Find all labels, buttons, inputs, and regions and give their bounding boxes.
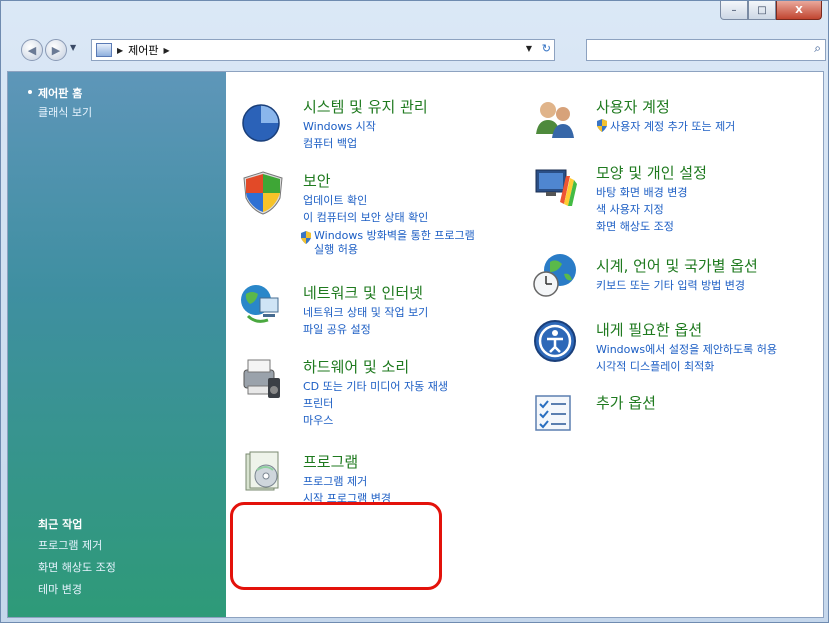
category-title-users[interactable]: 사용자 계정 — [596, 96, 670, 117]
recent-tasks-heading: 최근 작업 — [38, 518, 83, 531]
link-file-sharing[interactable]: 파일 공유 설정 — [303, 321, 371, 337]
security-shield-icon[interactable] — [240, 170, 286, 216]
minimize-button[interactable]: – — [720, 1, 748, 20]
recent-task-theme[interactable]: 테마 변경 — [38, 581, 82, 597]
link-customize-colors[interactable]: 색 사용자 지정 — [596, 201, 664, 217]
link-backup[interactable]: 컴퓨터 백업 — [303, 135, 357, 151]
link-suggest-settings[interactable]: Windows에서 설정을 제안하도록 허용 — [596, 341, 777, 357]
system-maintenance-icon[interactable] — [238, 98, 284, 144]
back-button[interactable]: ◀ — [21, 39, 43, 61]
link-autoplay[interactable]: CD 또는 기타 미디어 자동 재생 — [303, 378, 448, 394]
category-title-hardware[interactable]: 하드웨어 및 소리 — [303, 356, 409, 377]
link-printer[interactable]: 프린터 — [303, 395, 333, 411]
programs-highlight-box — [230, 502, 442, 590]
category-title-network[interactable]: 네트워크 및 인터넷 — [303, 282, 423, 303]
link-desktop-background[interactable]: 바탕 화면 배경 변경 — [596, 184, 687, 200]
address-bar: ◀ ▶ ▼ ▶ 제어판 ▶ ▼ ↻ ⌕ — [1, 27, 828, 67]
link-uninstall-program[interactable]: 프로그램 제거 — [303, 473, 367, 489]
category-title-appearance[interactable]: 모양 및 개인 설정 — [596, 162, 707, 183]
breadcrumb-control-panel[interactable]: 제어판 — [128, 42, 158, 58]
forward-button[interactable]: ▶ — [45, 39, 67, 61]
link-security-status[interactable]: 이 컴퓨터의 보안 상태 확인 — [303, 209, 428, 225]
category-title-clock[interactable]: 시계, 언어 및 국가별 옵션 — [596, 255, 758, 276]
address-dropdown-icon[interactable]: ▼ — [526, 44, 532, 53]
category-title-ease[interactable]: 내게 필요한 옵션 — [596, 319, 702, 340]
maximize-button[interactable]: □ — [748, 1, 776, 20]
breadcrumb-chevron-icon[interactable]: ▶ — [117, 46, 123, 55]
sidebar: 제어판 홈 클래식 보기 최근 작업 프로그램 제거 화면 해상도 조정 테마 … — [8, 72, 226, 617]
link-check-updates[interactable]: 업데이트 확인 — [303, 192, 367, 208]
sidebar-item-home[interactable]: 제어판 홈 — [38, 85, 82, 101]
link-windows-start[interactable]: Windows 시작 — [303, 118, 376, 134]
link-firewall-allow-cont[interactable]: 실행 허용 — [314, 241, 358, 257]
user-accounts-icon[interactable] — [532, 96, 578, 142]
control-panel-folder-icon — [96, 43, 112, 57]
refresh-icon[interactable]: ↻ — [542, 42, 551, 55]
sidebar-item-classic-view[interactable]: 클래식 보기 — [38, 104, 92, 120]
recent-task-resolution[interactable]: 화면 해상도 조정 — [38, 559, 116, 575]
search-input[interactable]: ⌕ — [586, 39, 826, 61]
link-network-status[interactable]: 네트워크 상태 및 작업 보기 — [303, 304, 428, 320]
programs-icon[interactable] — [240, 450, 286, 496]
additional-options-icon[interactable] — [530, 390, 576, 436]
category-title-additional[interactable]: 추가 옵션 — [596, 392, 656, 413]
link-mouse[interactable]: 마우스 — [303, 412, 333, 428]
clock-language-icon[interactable] — [532, 252, 578, 298]
recent-task-uninstall[interactable]: 프로그램 제거 — [38, 537, 102, 553]
link-optimize-display[interactable]: 시각적 디스플레이 최적화 — [596, 358, 714, 374]
address-box[interactable]: ▶ 제어판 ▶ ▼ ↻ — [91, 39, 555, 61]
link-screen-resolution[interactable]: 화면 해상도 조정 — [596, 218, 674, 234]
breadcrumb-chevron-icon[interactable]: ▶ — [164, 46, 170, 55]
uac-shield-icon — [301, 231, 311, 244]
recent-pages-dropdown-icon[interactable]: ▼ — [70, 43, 76, 52]
network-icon[interactable] — [238, 282, 284, 328]
category-title-system[interactable]: 시스템 및 유지 관리 — [303, 96, 428, 117]
search-icon[interactable]: ⌕ — [814, 41, 821, 56]
back-arrow-icon: ◀ — [27, 43, 37, 57]
link-keyboard-input[interactable]: 키보드 또는 기타 입력 방법 변경 — [596, 277, 745, 293]
uac-shield-icon — [597, 119, 607, 132]
forward-arrow-icon: ▶ — [51, 43, 61, 57]
appearance-icon[interactable] — [532, 162, 578, 208]
content-area: 제어판 홈 클래식 보기 최근 작업 프로그램 제거 화면 해상도 조정 테마 … — [7, 71, 824, 618]
category-title-programs[interactable]: 프로그램 — [303, 451, 358, 472]
title-bar: – □ X — [1, 1, 828, 27]
ease-of-access-icon[interactable] — [532, 318, 578, 364]
category-title-security[interactable]: 보안 — [303, 170, 331, 191]
link-add-remove-users[interactable]: 사용자 계정 추가 또는 제거 — [610, 118, 735, 134]
control-panel-window: – □ X ◀ ▶ ▼ ▶ 제어판 ▶ ▼ ↻ ⌕ 제어판 홈 클래식 보기 최… — [0, 0, 829, 623]
close-button[interactable]: X — [776, 1, 822, 20]
active-bullet-icon — [28, 90, 32, 94]
hardware-sound-icon[interactable] — [238, 356, 284, 402]
